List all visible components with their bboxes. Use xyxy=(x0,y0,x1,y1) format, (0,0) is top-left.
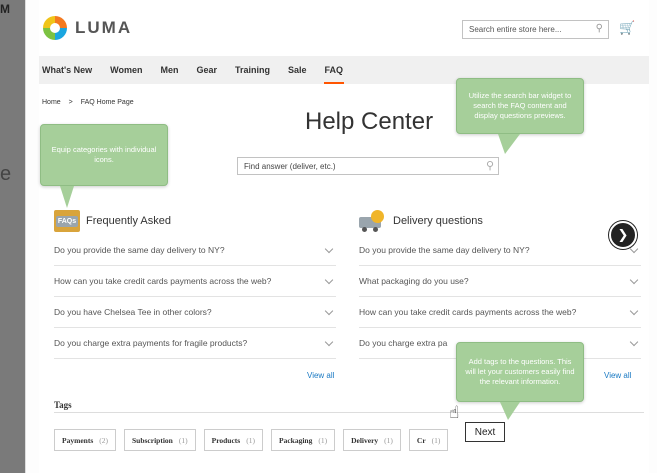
page-title: Help Center xyxy=(305,108,434,135)
question-list: Do you provide the same day delivery to … xyxy=(54,235,336,359)
section-title: Delivery questions xyxy=(393,215,483,227)
chevron-right-icon: ❯ xyxy=(617,227,629,242)
store-page: LUMA Search entire store here... ⚲ 🛒 Wha… xyxy=(39,0,649,473)
nav-item-whats-new[interactable]: What's New xyxy=(39,56,101,84)
question-text: Do you provide the same day delivery to … xyxy=(54,245,225,255)
question-text: Do you provide the same day delivery to … xyxy=(359,245,530,255)
tag-subscription[interactable]: Subscription (1) xyxy=(124,429,196,451)
tooltip-text: Equip categories with individual icons. xyxy=(51,144,157,164)
tooltip-pointer xyxy=(500,402,520,420)
nav-item-men[interactable]: Men xyxy=(152,56,188,84)
next-button[interactable]: Next xyxy=(465,422,505,442)
tooltip-text: Add tags to the questions. This will let… xyxy=(465,356,575,387)
tag-count: (2) xyxy=(99,436,108,445)
tooltip-text: Utilize the search bar widget to search … xyxy=(468,90,572,121)
question-text: Do you charge extra payments for fragile… xyxy=(54,338,248,348)
divider xyxy=(54,412,644,413)
question-item[interactable]: Do you provide the same day delivery to … xyxy=(54,235,336,266)
question-text: Do you charge extra pa xyxy=(359,338,448,348)
view-all-link[interactable]: View all xyxy=(604,371,631,380)
tag-name: Cr xyxy=(416,436,426,445)
chevron-down-icon xyxy=(324,244,334,253)
tag-name: Packaging xyxy=(278,436,313,445)
tag-count: (1) xyxy=(246,436,255,445)
view-all-link[interactable]: View all xyxy=(307,371,334,380)
question-item[interactable]: Do you charge extra payments for fragile… xyxy=(54,328,336,359)
tag-name: Subscription xyxy=(132,436,173,445)
store-frame: LUMA Search entire store here... ⚲ 🛒 Wha… xyxy=(25,0,657,473)
nav-item-training[interactable]: Training xyxy=(226,56,279,84)
question-item[interactable]: What packaging do you use? xyxy=(359,266,641,297)
question-text: Do you have Chelsea Tee in other colors? xyxy=(54,307,212,317)
tag-list: Payments (2) Subscription (1) Products (1) … xyxy=(54,429,449,451)
faq-search-placeholder: Find answer (deliver, etc.) xyxy=(244,162,336,171)
breadcrumb: Home > FAQ Home Page xyxy=(42,99,134,106)
chevron-down-icon xyxy=(324,337,334,346)
question-item[interactable]: How can you take credit cards payments a… xyxy=(54,266,336,297)
nav-item-sale[interactable]: Sale xyxy=(279,56,316,84)
logo-text: LUMA xyxy=(75,18,133,37)
tag-count: (1) xyxy=(318,436,328,445)
tag-count: (1) xyxy=(384,436,393,445)
tags-title: Tags xyxy=(54,400,72,410)
tag-name: Products xyxy=(211,436,241,445)
question-item[interactable]: Do you provide the same day delivery to … xyxy=(359,235,641,266)
hand-cursor-icon: ☝ xyxy=(449,403,460,422)
tooltip-search: Utilize the search bar widget to search … xyxy=(456,78,584,134)
breadcrumb-home[interactable]: Home xyxy=(42,99,61,106)
faq-search-input[interactable]: Find answer (deliver, etc.) ⚲ xyxy=(237,157,499,175)
tooltip-categories: Equip categories with individual icons. xyxy=(40,124,168,186)
tag-packaging[interactable]: Packaging (1) xyxy=(270,429,336,451)
tag-name: Delivery xyxy=(351,436,379,445)
background-text: e xyxy=(0,163,12,185)
search-icon[interactable]: ⚲ xyxy=(486,159,494,172)
luma-logo-icon xyxy=(43,16,67,40)
search-icon[interactable]: ⚲ xyxy=(596,23,603,34)
chevron-down-icon xyxy=(629,275,639,284)
tag-payments[interactable]: Payments (2) xyxy=(54,429,116,451)
chevron-down-icon xyxy=(324,275,334,284)
cart-icon[interactable]: 🛒 xyxy=(619,20,635,36)
tag-name: Payments xyxy=(62,436,94,445)
nav-item-faq[interactable]: FAQ xyxy=(316,56,353,84)
question-list: Do you provide the same day delivery to … xyxy=(359,235,641,359)
next-arrow-button[interactable]: ❯ xyxy=(609,221,637,249)
store-search-placeholder: Search entire store here... xyxy=(469,25,562,34)
section-title: Frequently Asked xyxy=(86,215,171,227)
chevron-down-icon xyxy=(324,306,334,315)
section-delivery-questions: Delivery questions xyxy=(359,210,483,232)
chevron-down-icon xyxy=(629,337,639,346)
tooltip-pointer xyxy=(60,186,74,208)
tag-count: (1) xyxy=(431,436,441,445)
question-item[interactable]: How can you take credit cards payments a… xyxy=(359,297,641,328)
breadcrumb-current: FAQ Home Page xyxy=(80,99,134,106)
tag-delivery[interactable]: Delivery (1) xyxy=(343,429,401,451)
breadcrumb-separator: > xyxy=(68,99,73,106)
delivery-truck-icon xyxy=(359,210,387,232)
question-text: How can you take credit cards payments a… xyxy=(359,307,577,317)
nav-item-women[interactable]: Women xyxy=(101,56,151,84)
background-text: M xyxy=(0,2,10,16)
tag-products[interactable]: Products (1) xyxy=(203,429,263,451)
section-frequently-asked: FAQs Frequently Asked xyxy=(54,210,171,232)
question-text: What packaging do you use? xyxy=(359,276,469,286)
chevron-down-icon xyxy=(629,306,639,315)
question-text: How can you take credit cards payments a… xyxy=(54,276,272,286)
faq-icon: FAQs xyxy=(54,210,80,232)
faq-icon-label: FAQs xyxy=(55,215,79,227)
tag-cr[interactable]: Cr (1) xyxy=(408,429,449,451)
tooltip-tags: Add tags to the questions. This will let… xyxy=(456,342,584,402)
question-item[interactable]: Do you have Chelsea Tee in other colors? xyxy=(54,297,336,328)
nav-item-gear[interactable]: Gear xyxy=(188,56,227,84)
store-search-input[interactable]: Search entire store here... ⚲ xyxy=(462,20,609,39)
tag-count: (1) xyxy=(178,436,188,445)
luma-logo[interactable]: LUMA xyxy=(43,16,132,40)
tooltip-pointer xyxy=(498,134,520,154)
